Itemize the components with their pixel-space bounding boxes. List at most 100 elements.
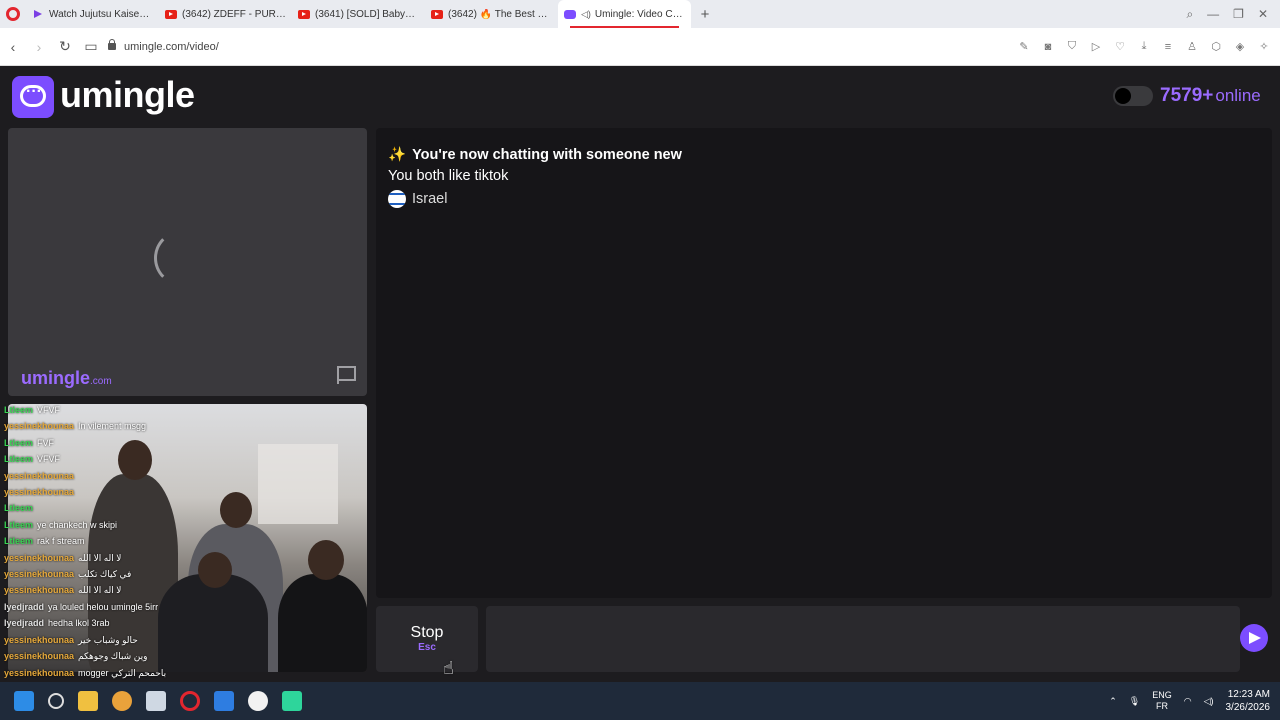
tab-label: (3642) 🔥 The Best Burnin <box>448 8 552 20</box>
tab-umingle[interactable]: ◁) Umingle: Video Chat <box>558 0 691 28</box>
overlay-chat-user: lyedjradd <box>4 618 45 629</box>
overlay-chat-line: yessinekhounaa <box>4 468 244 484</box>
lock-icon[interactable] <box>108 39 116 50</box>
opera-icon[interactable] <box>180 691 200 711</box>
overlay-chat-line: Ltleem rak f stream <box>4 533 244 549</box>
send-icon[interactable] <box>1240 624 1268 652</box>
hand-cursor-icon <box>443 658 457 679</box>
overlay-chat-text: mogger باحمحم التركي <box>78 667 167 678</box>
overlay-chat-text: لا اله الا الله <box>78 585 122 596</box>
video-watermark: umingle.com <box>21 368 112 389</box>
overlay-chat-text: rak f stream <box>37 536 85 547</box>
youtube-icon <box>165 9 177 19</box>
reload-icon[interactable]: ↻ <box>52 38 78 55</box>
online-label: online <box>1215 86 1261 105</box>
overlay-chat-text: VFVF <box>37 405 61 415</box>
overlay-chat-text: In vilement msgg <box>78 421 147 432</box>
browser-tab-bar: Watch Jujutsu Kaisen (TV) (3642) ZDEFF -… <box>0 0 1280 28</box>
overlay-chat-text: وين شباك وجوهكم <box>78 651 148 662</box>
online-number: 7579+ <box>1160 85 1214 106</box>
volume-icon[interactable]: ◁) <box>1204 696 1214 707</box>
ai-icon[interactable]: ✧ <box>1258 40 1270 53</box>
overlay-chat-line: yessinekhounaa In vilement msgg <box>4 418 244 434</box>
speaker-icon[interactable]: ◁) <box>581 9 591 20</box>
tab-best-burnin[interactable]: (3642) 🔥 The Best Burnin <box>425 0 558 28</box>
camera-icon[interactable]: ◙ <box>1042 41 1054 53</box>
windows-taskbar: ⌃ 🎙 ENG FR ◠ ◁) 12:23 AM 3/26/2026 <box>0 682 1280 720</box>
overlay-chat-user: Ltleem <box>4 503 34 514</box>
overlay-chat-text: FVF <box>37 437 55 448</box>
umingle-logo-icon[interactable] <box>12 76 54 118</box>
app-icon[interactable] <box>112 691 132 711</box>
menu-icon[interactable]: ≡ <box>1162 41 1174 53</box>
overlay-chat-line: Ltleem <box>4 500 244 516</box>
search-icon[interactable]: ⌕ <box>1186 7 1193 22</box>
maximize-icon[interactable]: ❐ <box>1233 7 1244 21</box>
clock-app-icon[interactable] <box>248 691 268 711</box>
store-icon[interactable] <box>146 691 166 711</box>
report-flag-icon[interactable] <box>335 366 356 384</box>
logo-text[interactable]: umingle <box>60 74 195 116</box>
lang-bottom: FR <box>1155 701 1168 711</box>
stop-button[interactable]: Stop Esc <box>376 606 478 672</box>
overlay-chat-line: yessinekhounaa حالو وشباب خير <box>4 632 244 648</box>
folder-icon[interactable] <box>78 691 98 711</box>
microphone-icon[interactable]: 🎙 <box>1129 696 1140 707</box>
url-field[interactable]: umingle.com/video/ <box>124 41 219 53</box>
language-indicator[interactable]: ENG FR <box>1152 690 1172 712</box>
play-icon[interactable]: ▷ <box>1090 40 1102 53</box>
close-icon[interactable]: ✕ <box>1258 7 1268 21</box>
watermark-text: umingle <box>21 368 91 388</box>
tab-babyfxce[interactable]: (3641) [SOLD] BabyFxce E <box>292 0 425 28</box>
video-person-head <box>308 540 344 580</box>
overlay-chat-line: yessinekhounaa mogger باحمحم التركي <box>4 665 244 681</box>
app-icon[interactable] <box>282 691 302 711</box>
lang-top: ENG <box>1152 690 1172 700</box>
overlay-chat-user: yessinekhounaa <box>4 634 75 645</box>
heart-icon[interactable]: ♡ <box>1114 40 1126 53</box>
system-clock[interactable]: 12:23 AM 3/26/2026 <box>1226 688 1271 714</box>
forward-icon[interactable]: › <box>26 39 52 55</box>
tab-zdeff[interactable]: (3642) ZDEFF - PURE SESSION <box>159 0 292 28</box>
overlay-chat-text: hedha lkol 3rab <box>48 618 110 629</box>
site-info-icon[interactable]: ▭ <box>78 38 104 55</box>
overlay-chat-line: yessinekhounaa لا اله الا الله <box>4 582 244 598</box>
start-icon[interactable] <box>14 691 34 711</box>
tab-jujutsu[interactable]: Watch Jujutsu Kaisen (TV) <box>26 0 159 28</box>
overlay-chat-text: في كياك تكلب <box>78 569 132 580</box>
shield-icon[interactable]: ⛉ <box>1066 40 1078 53</box>
chevron-up-icon[interactable]: ⌃ <box>1109 696 1117 707</box>
sparkles-icon: ✨ <box>388 147 407 163</box>
system-message: ✨ You're now chatting with someone new <box>388 146 682 163</box>
edit-icon[interactable]: ✎ <box>1018 40 1030 53</box>
stream-chat-overlay: Ltleem VFVF yessinekhounaa In vilement msgg… <box>4 402 244 714</box>
country-name: Israel <box>412 191 448 207</box>
search-icon[interactable] <box>48 693 64 709</box>
tab-label: Watch Jujutsu Kaisen (TV) <box>49 8 153 20</box>
download-icon[interactable]: ⤓ <box>1138 40 1150 53</box>
back-icon[interactable]: ‹ <box>0 39 26 55</box>
stranger-video: umingle.com <box>8 128 367 396</box>
stranger-country: Israel <box>388 190 447 208</box>
profile-icon[interactable]: ♙ <box>1186 40 1198 53</box>
theme-toggle[interactable] <box>1113 86 1153 106</box>
minimize-icon[interactable]: — <box>1207 7 1219 21</box>
clock-time: 12:23 AM <box>1227 689 1270 700</box>
overlay-chat-user: yessinekhounaa <box>4 569 75 580</box>
overlay-chat-user: yessinekhounaa <box>4 585 75 596</box>
opera-icon[interactable] <box>6 7 20 21</box>
overlay-chat-text: لا اله الا الله <box>78 552 122 563</box>
new-tab-button[interactable]: + <box>695 6 715 23</box>
cube-icon[interactable]: ◈ <box>1234 40 1246 53</box>
tab-label: (3642) ZDEFF - PURE SESSION <box>182 8 286 20</box>
overlay-chat-user: lyedjradd <box>4 601 45 612</box>
overlay-chat-text: ya louled helou umingle 5irr <box>48 601 159 612</box>
tab-label: (3641) [SOLD] BabyFxce E <box>315 8 419 20</box>
extensions-icon[interactable]: ⬡ <box>1210 40 1222 53</box>
message-input[interactable] <box>486 606 1240 672</box>
address-bar: ‹ › ↻ ▭ umingle.com/video/ ✎ ◙ ⛉ ▷ ♡ ⤓ ≡… <box>0 28 1280 66</box>
common-interest: You both like tiktok <box>388 168 509 184</box>
wifi-icon[interactable]: ◠ <box>1184 696 1192 707</box>
app-icon[interactable] <box>214 691 234 711</box>
online-count: 7579+ online <box>1160 85 1261 107</box>
